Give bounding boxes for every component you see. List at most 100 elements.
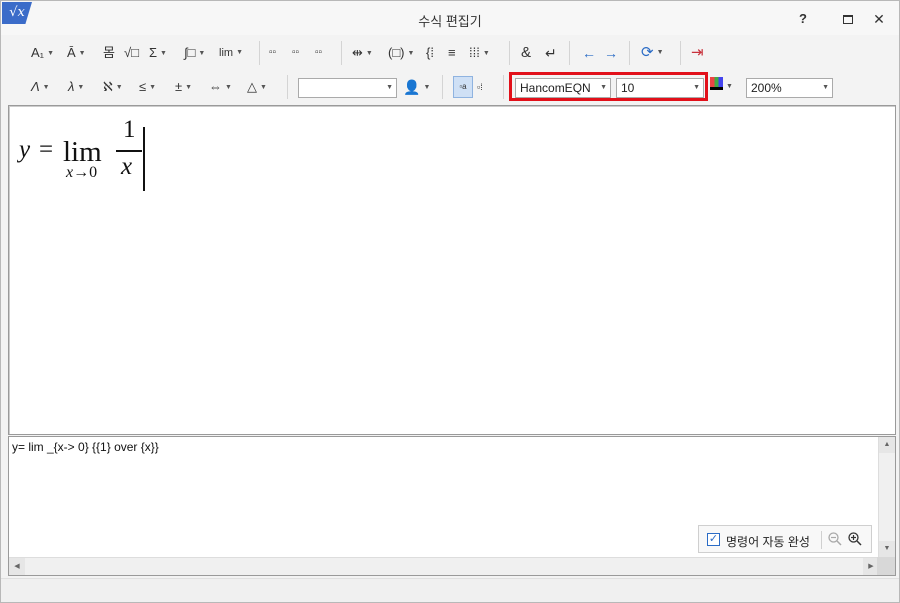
- window-title: 수식 편집기: [418, 14, 482, 29]
- redo-button[interactable]: →: [604, 41, 618, 65]
- integral-icon: ∫□: [184, 45, 196, 60]
- misc-symbol-button[interactable]: △ ▼: [247, 75, 267, 99]
- bracket-wide-button[interactable]: ⇹ ▼: [352, 41, 373, 65]
- arrow-icon: ⇔: [209, 79, 222, 94]
- binomial-button[interactable]: ▫▫: [315, 41, 322, 65]
- autocomplete-separator: [821, 531, 822, 549]
- align-icon: ≡: [448, 45, 456, 60]
- equation-lhs: y: [19, 136, 31, 163]
- equation-limit-subscript: x→0: [66, 164, 97, 182]
- accent-icon: Ā: [67, 45, 76, 60]
- cases-icon: {⁞: [426, 45, 434, 60]
- lim-icon: lim: [219, 47, 234, 59]
- equation-preview[interactable]: y = lim x→0 1 x: [8, 105, 896, 435]
- toolbar-separator: [503, 75, 504, 99]
- hebrew-button[interactable]: ℵ ▼: [103, 75, 123, 99]
- sub-arrow: →: [73, 164, 90, 181]
- zoom-in-icon[interactable]: [847, 531, 863, 547]
- toolbar-separator: [287, 75, 288, 99]
- toolbar-separator: [680, 41, 681, 65]
- fraction-button[interactable]: 몸: [103, 41, 115, 65]
- ampersand-button[interactable]: &: [521, 41, 531, 65]
- help-button[interactable]: ?: [792, 9, 814, 29]
- sum-button[interactable]: Σ ▼: [149, 41, 167, 65]
- titlebar: √x 수식 편집기 ? ✕: [1, 1, 899, 35]
- refresh-icon: ⟳: [641, 44, 654, 61]
- display-mode-button[interactable]: ▫⁞: [477, 75, 483, 99]
- sub-val: 0: [89, 164, 98, 181]
- tensor-button[interactable]: ▫▫: [292, 41, 299, 65]
- vertical-scrollbar[interactable]: ▲ ▼: [878, 437, 895, 557]
- toolbar-separator: [259, 41, 260, 65]
- matrix-small-button[interactable]: ▫▫: [269, 41, 276, 65]
- hebrew-icon: ℵ: [103, 79, 113, 94]
- operator-button[interactable]: ± ▼: [175, 75, 192, 99]
- toolbar-symbols: Λ ▼ λ ▼ ℵ ▼ ≤ ▼ ± ▼ ⇔ ▼ △ ▼ ▼ 👤 ▼ ▫a ▫⁞ HancomEQ…: [2, 71, 899, 105]
- autocomplete-panel: ✓ 명령어 자동 완성: [698, 525, 872, 553]
- matrix-button[interactable]: ⁞⁞⁞ ▼: [469, 41, 490, 65]
- tensor-icon: ▫▫: [292, 47, 300, 58]
- user-style-button[interactable]: 👤 ▼: [403, 75, 430, 99]
- matrix-icon: ⁞⁞⁞: [469, 45, 480, 60]
- font-color-button[interactable]: ▼: [710, 75, 733, 99]
- color-palette-icon: [710, 77, 723, 90]
- greek-upper-icon: Λ: [31, 79, 40, 94]
- undo-icon: ←: [582, 45, 596, 61]
- zoom-value: 200%: [751, 81, 782, 95]
- display-mode-icon: ▫⁞: [477, 82, 483, 92]
- scroll-left-icon[interactable]: ◀: [9, 558, 25, 575]
- toolbar-separator: [569, 41, 570, 65]
- font-style-icon: A₁: [31, 45, 45, 60]
- operator-icon: ±: [175, 79, 183, 94]
- misc-symbol-icon: △: [247, 79, 257, 94]
- integral-button[interactable]: ∫□ ▼: [184, 41, 205, 65]
- autocomplete-label[interactable]: 명령어 자동 완성: [726, 533, 810, 550]
- cases-button[interactable]: {⁞: [426, 41, 434, 65]
- sum-icon: Σ: [149, 45, 158, 60]
- relation-button[interactable]: ≤ ▼: [139, 75, 156, 99]
- script-text[interactable]: y= lim _{x-> 0} {{1} over {x}}: [12, 440, 159, 454]
- inline-mode-button[interactable]: ▫a: [453, 76, 473, 98]
- style-select[interactable]: ▼: [298, 78, 397, 98]
- autocomplete-checkbox[interactable]: ✓: [707, 533, 720, 546]
- lim-button[interactable]: lim ▼: [219, 41, 243, 65]
- paren-icon: (□): [388, 45, 405, 60]
- toolbar-separator: [629, 41, 630, 65]
- toolbar-separator: [442, 75, 443, 99]
- binomial-icon: ▫▫: [315, 47, 323, 58]
- equation-equals: =: [39, 136, 54, 163]
- font-style-button[interactable]: A₁ ▼: [31, 41, 54, 65]
- root-icon: √□: [124, 45, 139, 60]
- toolbar-main: A₁ ▼ Ā ▼ 몸 √□ Σ ▼ ∫□ ▼ lim ▼ ▫▫ ▫▫ ▫▫ ⇹ ▼ (□) ▼…: [2, 37, 899, 71]
- equation-denominator: x: [121, 153, 133, 180]
- close-button[interactable]: ✕: [868, 9, 890, 29]
- refresh-button[interactable]: ⟳ ▼: [641, 41, 664, 65]
- zoom-out-icon[interactable]: [827, 531, 843, 547]
- inline-mode-icon: ▫a: [459, 82, 467, 91]
- undo-button[interactable]: ←: [582, 41, 596, 65]
- maximize-button[interactable]: [837, 9, 859, 29]
- script-editor[interactable]: y= lim _{x-> 0} {{1} over {x}} ▲ ▼ ◀ ▶ ✓…: [8, 436, 896, 576]
- zoom-select[interactable]: 200% ▼: [746, 78, 833, 98]
- equation-numerator: 1: [123, 116, 136, 143]
- scroll-corner: [877, 557, 895, 575]
- greek-upper-button[interactable]: Λ ▼: [31, 75, 50, 99]
- greek-lower-icon: λ: [68, 79, 75, 94]
- newline-button[interactable]: ↵: [545, 41, 557, 65]
- arrow-button[interactable]: ⇔ ▼: [209, 75, 232, 99]
- scroll-up-icon[interactable]: ▲: [879, 437, 895, 453]
- toolbar-separator: [509, 41, 510, 65]
- align-button[interactable]: ≡: [448, 41, 456, 65]
- redo-icon: →: [604, 45, 618, 61]
- equation-editor-window: √x 수식 편집기 ? ✕ A₁ ▼ Ā ▼ 몸 √□ Σ ▼ ∫□ ▼ lim ▼ ▫▫…: [0, 0, 900, 603]
- paren-button[interactable]: (□) ▼: [388, 41, 414, 65]
- greek-lower-button[interactable]: λ ▼: [68, 75, 84, 99]
- root-button[interactable]: √□: [124, 41, 139, 65]
- fraction-icon: 몸: [103, 45, 115, 60]
- relation-icon: ≤: [139, 79, 147, 94]
- horizontal-scrollbar[interactable]: ◀ ▶: [9, 557, 879, 575]
- toolbar-separator: [341, 41, 342, 65]
- exit-button[interactable]: ⇥: [691, 41, 704, 65]
- scroll-down-icon[interactable]: ▼: [879, 541, 895, 557]
- accent-button[interactable]: Ā ▼: [67, 41, 86, 65]
